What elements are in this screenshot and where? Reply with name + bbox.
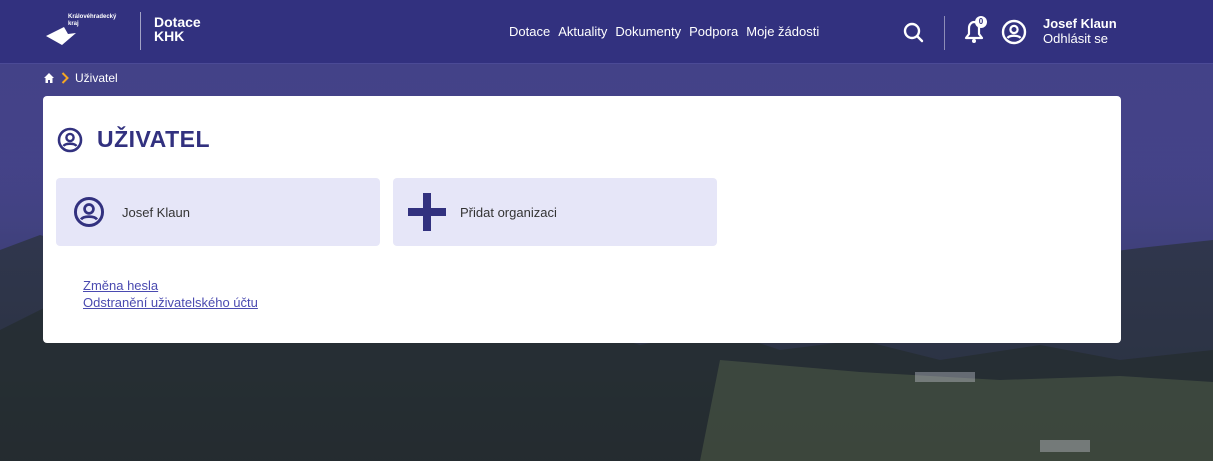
chevron-right-icon (61, 72, 69, 84)
breadcrumb: Uživatel (43, 71, 118, 85)
notification-badge: 0 (975, 16, 987, 28)
user-circle-icon (73, 196, 105, 228)
logo-text-line2: kraj (68, 21, 79, 27)
kraj-logo[interactable]: Královéhradecký kraj (44, 10, 140, 54)
nav-item-podpora[interactable]: Podpora (689, 24, 738, 39)
page-title: UŽIVATEL (57, 126, 210, 153)
nav-item-aktuality[interactable]: Aktuality (558, 24, 607, 39)
delete-account-link[interactable]: Odstranění uživatelského účtu (83, 294, 258, 311)
logout-link[interactable]: Odhlásit se (1043, 31, 1117, 46)
home-icon[interactable] (43, 72, 55, 84)
nav-item-dokumenty[interactable]: Dokumenty (615, 24, 681, 39)
user-name[interactable]: Josef Klaun (1043, 16, 1117, 31)
user-tile[interactable]: Josef Klaun (56, 178, 380, 246)
page-title-text: UŽIVATEL (97, 126, 211, 152)
logo-text-line1: Královéhradecký (68, 14, 117, 20)
plus-icon (408, 193, 446, 231)
header-divider (944, 16, 945, 50)
change-password-link[interactable]: Změna hesla (83, 277, 258, 294)
nav-item-dotace[interactable]: Dotace (509, 24, 550, 39)
user-card: UŽIVATEL Josef Klaun Přidat organizaci Z… (43, 96, 1121, 343)
main-nav: Dotace Aktuality Dokumenty Podpora Moje … (509, 24, 819, 39)
breadcrumb-current: Uživatel (75, 71, 118, 85)
logo-text: Královéhradecký kraj (68, 14, 116, 28)
brand-line1: Dotace (154, 14, 201, 30)
search-icon[interactable] (902, 21, 924, 43)
logo-divider (140, 12, 141, 50)
add-organization-button[interactable]: Přidat organizaci (393, 178, 717, 246)
user-circle-icon[interactable] (1001, 19, 1027, 45)
brand-title[interactable]: Dotace KHK (154, 15, 201, 43)
add-organization-label: Přidat organizaci (460, 204, 557, 220)
account-links: Změna hesla Odstranění uživatelského účt… (83, 277, 258, 311)
nav-item-moje-zadosti[interactable]: Moje žádosti (746, 24, 819, 39)
brand-line2: KHK (154, 28, 185, 44)
top-navigation-bar: Královéhradecký kraj Dotace KHK Dotace A… (0, 0, 1213, 64)
user-tile-label: Josef Klaun (122, 204, 190, 220)
user-menu: Josef Klaun Odhlásit se (1043, 16, 1117, 46)
user-circle-icon (57, 127, 83, 152)
